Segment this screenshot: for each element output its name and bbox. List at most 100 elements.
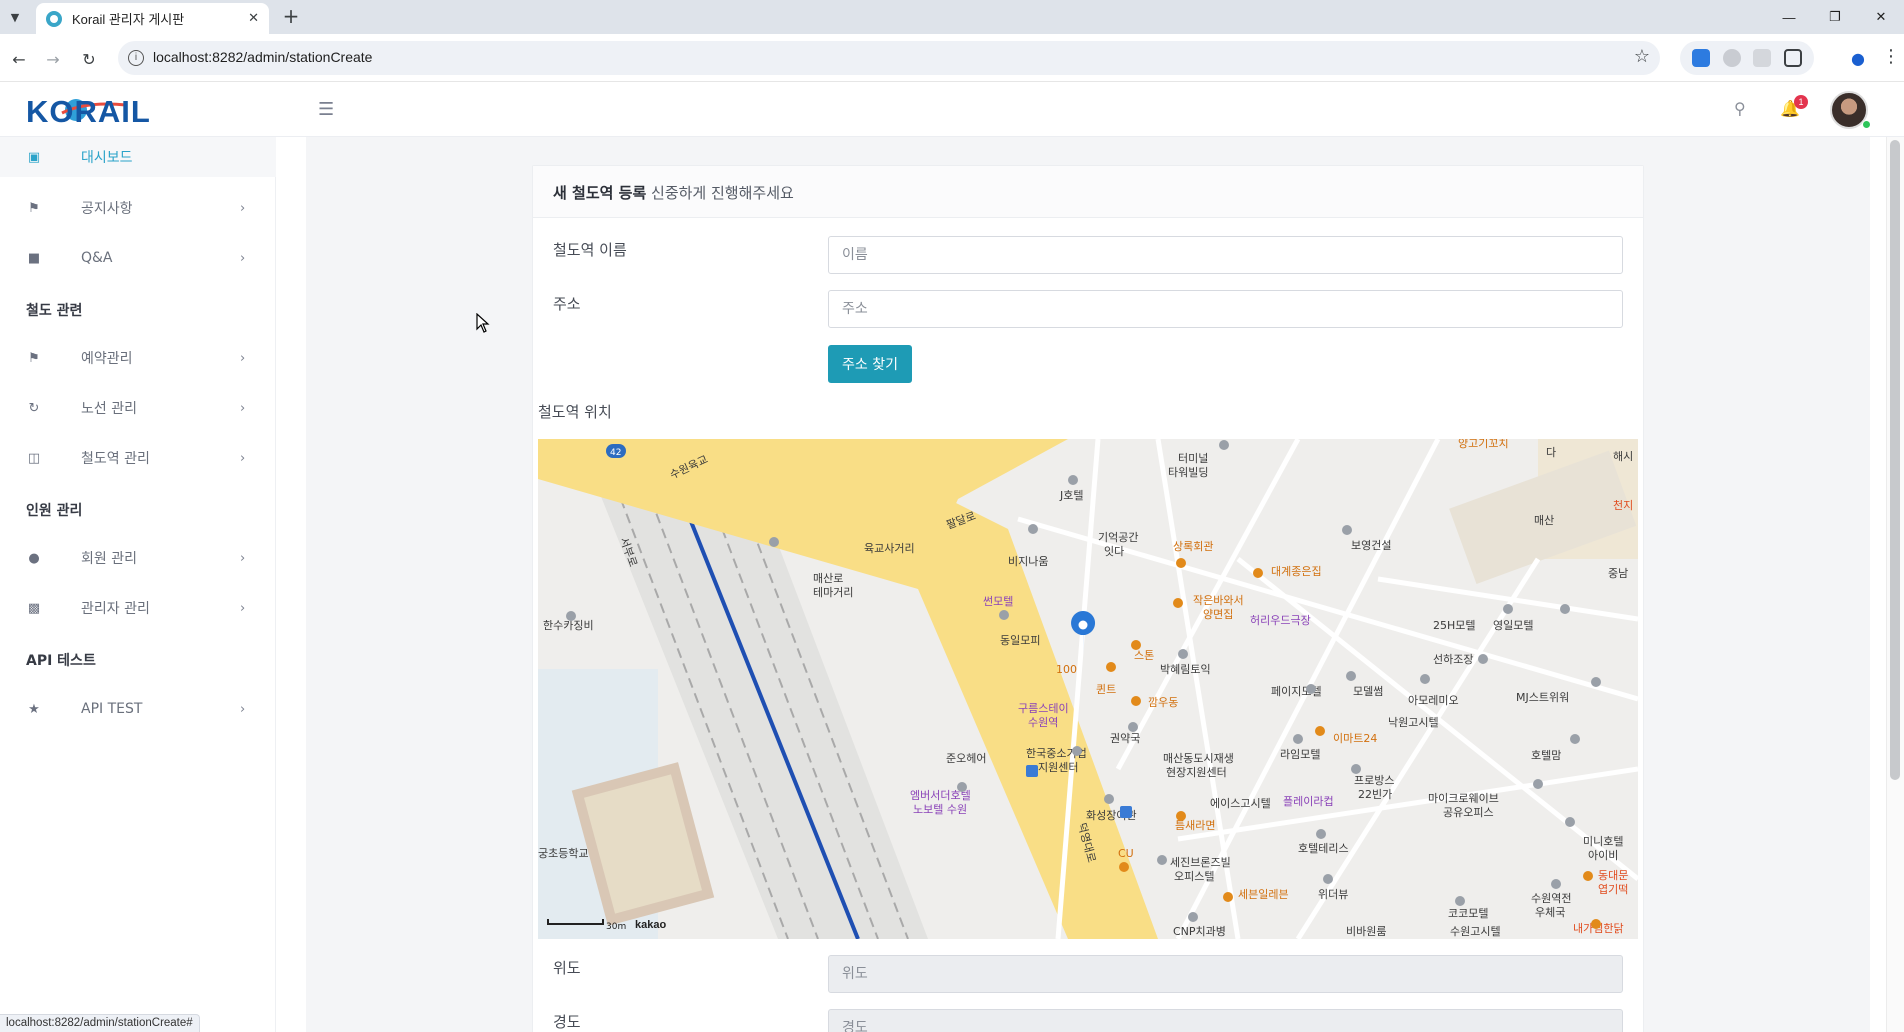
window-controls: — ❐ ✕	[1766, 0, 1904, 34]
download-extension-icon[interactable]	[1692, 49, 1711, 67]
map-canvas[interactable]: 42 수원육교 서부로 팔달로 덕영대로 터미널 타워빌딩 양고기꼬치 해시 다…	[538, 439, 1638, 939]
sidebar-item-notice[interactable]: ⚑ 공지사항 ›	[0, 188, 276, 228]
longitude-input[interactable]	[828, 1009, 1623, 1032]
chevron-right-icon: ›	[240, 450, 246, 466]
sidebar-item-admins[interactable]: ▩ 관리자 관리 ›	[0, 588, 276, 628]
map-poi-label: 양면집	[1203, 608, 1233, 621]
sidebar-item-routes[interactable]: ↻ 노선 관리 ›	[0, 388, 276, 428]
map-poi-label: 수원역	[1028, 716, 1058, 729]
map-poi-label: 모델썸	[1353, 685, 1383, 698]
map-poi-label: 기억공간	[1098, 531, 1138, 544]
scrollbar-thumb[interactable]	[1890, 140, 1900, 780]
sidebar-item-label: 대시보드	[81, 150, 133, 166]
map-poi-label: 동대문	[1598, 869, 1628, 882]
map-poi-label: 수원역전	[1531, 892, 1571, 905]
puzzle-extensions-icon[interactable]	[1783, 49, 1802, 67]
restore-icon[interactable]: ❐	[1812, 0, 1858, 34]
map-poi-label: 보영건설	[1351, 539, 1391, 552]
find-address-button[interactable]: 주소 찾기	[828, 345, 912, 383]
map-poi-label: 플레이라컵	[1283, 795, 1334, 808]
map-poi-label: 오피스텔	[1174, 870, 1214, 883]
browser-toolbar: ← → ↻ i localhost:8282/admin/stationCrea…	[0, 34, 1904, 82]
map-road-badge: 42	[610, 448, 621, 458]
sidebar-item-stations[interactable]: ◫ 철도역 관리 ›	[0, 438, 276, 478]
map-poi-label: 코코모텔	[1448, 907, 1488, 920]
map-poi-label: 권약국	[1110, 731, 1140, 745]
back-arrow-icon[interactable]: ←	[6, 46, 32, 72]
reload-icon[interactable]: ↻	[76, 46, 102, 72]
link-status-bar: localhost:8282/admin/stationCreate#	[0, 1014, 200, 1032]
tab-title: Korail 관리자 게시판	[72, 12, 185, 27]
extension-icon[interactable]	[1753, 49, 1772, 67]
map-poi-label: 깜우동	[1148, 696, 1178, 709]
map-scale-label: 30m	[606, 922, 626, 932]
site-info-icon[interactable]: i	[128, 50, 144, 66]
map-poi-label: 100	[1056, 663, 1077, 676]
address-input[interactable]	[828, 290, 1623, 328]
megaphone-icon: ⚑	[28, 200, 40, 216]
map-poi-label: 박혜림토익	[1160, 663, 1211, 676]
map-poi-label: 준오헤어	[946, 752, 986, 765]
online-status-dot	[1862, 120, 1871, 129]
station-name-label: 철도역 이름	[553, 241, 627, 259]
tab-close-icon[interactable]: ✕	[248, 11, 259, 26]
sidebar-item-qna[interactable]: ■ Q&A ›	[0, 238, 276, 278]
map-poi-label: 대계종은집	[1271, 565, 1322, 578]
tab-list-chevron-icon[interactable]: ▼	[4, 6, 26, 28]
sidebar-item-dashboard[interactable]: ▣ 대시보드	[0, 137, 276, 177]
sidebar-item-reservation[interactable]: ⚑ 예약관리 ›	[0, 338, 276, 378]
map-poi-label: 위더뷰	[1318, 888, 1348, 901]
map-poi-label: 프로방스	[1354, 774, 1394, 787]
url-text[interactable]: localhost:8282/admin/stationCreate	[153, 49, 372, 65]
search-icon[interactable]: ⚲	[1734, 99, 1746, 118]
browser-menu-icon[interactable]: ⋮	[1882, 46, 1900, 70]
map-poi-label: 세븐일레븐	[1238, 887, 1289, 901]
map-poi-label: 25H모텔	[1433, 619, 1476, 632]
map-poi-label: 터미널	[1178, 452, 1208, 465]
sidebar-item-label: 철도역 관리	[81, 451, 150, 467]
extension-icon[interactable]	[1722, 49, 1741, 67]
minimize-icon[interactable]: —	[1766, 0, 1812, 34]
building-icon: ◫	[27, 450, 41, 466]
refresh-icon: ↻	[28, 400, 40, 416]
forward-arrow-icon[interactable]: →	[40, 46, 66, 72]
sidebar-item-api-test[interactable]: ★ API TEST ›	[0, 689, 276, 729]
sidebar-item-label: 노선 관리	[81, 401, 137, 417]
sidebar: ▣ 대시보드 ⚑ 공지사항 › ■ Q&A › 철도 관련 ⚑ 예약관리 › ↻…	[0, 137, 276, 1032]
map-poi-label: 공유오피스	[1443, 806, 1494, 819]
map-poi-label: 아모레미오	[1408, 694, 1459, 707]
latitude-label: 위도	[553, 959, 581, 977]
map-poi-label: 매산로	[813, 572, 843, 585]
browser-tab-active[interactable]: Korail 관리자 게시판 ✕	[36, 3, 269, 34]
map-poi-label: 22빈가	[1358, 788, 1392, 801]
map-poi-label: 현장지원센터	[1166, 766, 1227, 779]
sidebar-item-members[interactable]: ● 회원 관리 ›	[0, 538, 276, 578]
map-poi-label: 양고기꼬치	[1458, 439, 1509, 450]
korail-favicon-icon	[46, 10, 62, 27]
chevron-right-icon: ›	[240, 350, 246, 366]
profile-icon[interactable]: ●	[1846, 46, 1870, 70]
sidebar-toggle-hamburger-icon[interactable]: ☰	[318, 99, 334, 120]
window-close-icon[interactable]: ✕	[1858, 0, 1904, 34]
korail-logo[interactable]: KORAIL	[26, 91, 172, 129]
map-poi-label: 중남	[1608, 567, 1628, 580]
map-brand-logo: kakao	[635, 919, 666, 931]
station-name-input[interactable]	[828, 236, 1623, 274]
briefcase-icon: ▩	[27, 600, 41, 616]
flag-icon: ⚑	[28, 350, 40, 366]
sidebar-item-label: 관리자 관리	[81, 601, 150, 617]
map-poi-label: 아이비	[1588, 849, 1618, 862]
address-bar[interactable]: i localhost:8282/admin/stationCreate ☆	[118, 41, 1660, 75]
map-poi-label: 해시	[1613, 449, 1633, 463]
station-map[interactable]: 42 수원육교 서부로 팔달로 덕영대로 터미널 타워빌딩 양고기꼬치 해시 다…	[538, 439, 1638, 939]
new-tab-button[interactable]: +	[278, 4, 304, 30]
map-poi-label: 미니호텔	[1583, 835, 1623, 848]
bookmark-star-icon[interactable]: ☆	[1634, 46, 1650, 67]
map-bus-stop-icon	[1026, 765, 1038, 777]
map-poi-label: 선하조장	[1433, 652, 1473, 666]
latitude-input[interactable]	[828, 955, 1623, 993]
map-poi-label: 엽기떡	[1598, 883, 1628, 896]
station-location-label: 철도역 위치	[538, 403, 612, 421]
map-poi-label: 잇다	[1104, 545, 1124, 558]
map-poi-label: 세진브론즈빌	[1170, 856, 1231, 869]
